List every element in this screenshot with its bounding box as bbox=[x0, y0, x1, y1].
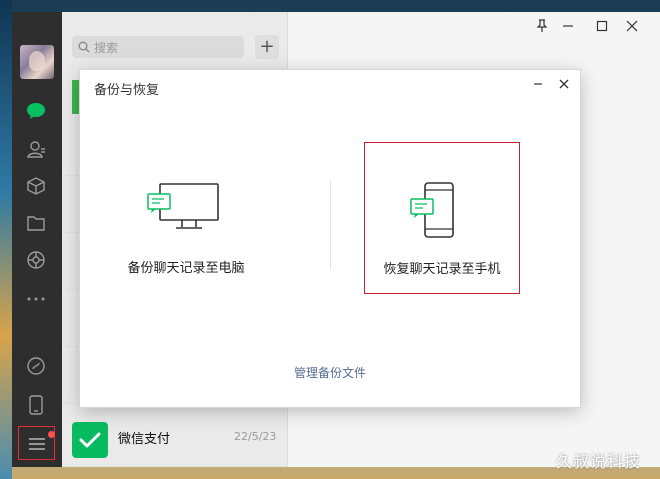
add-chat-button[interactable]: + bbox=[255, 35, 279, 59]
watermark: 久叔说科技 bbox=[556, 452, 642, 471]
close-icon[interactable] bbox=[620, 16, 644, 36]
moments-icon[interactable] bbox=[25, 249, 47, 271]
backup-to-pc-option[interactable]: 备份聊天记录至电脑 bbox=[108, 142, 264, 294]
computer-icon bbox=[147, 183, 219, 229]
phone-icon bbox=[410, 182, 454, 238]
pin-icon[interactable] bbox=[530, 16, 554, 36]
search-icon bbox=[78, 41, 90, 53]
minimize-icon[interactable] bbox=[556, 16, 580, 36]
phone-icon[interactable] bbox=[25, 394, 47, 416]
search-input[interactable]: 搜索 bbox=[72, 36, 244, 58]
mini-program-icon[interactable] bbox=[25, 355, 47, 377]
restore-to-phone-option[interactable]: 恢复聊天记录至手机 bbox=[364, 142, 520, 294]
avatar[interactable] bbox=[20, 45, 54, 79]
wechat-pay-icon bbox=[72, 422, 108, 458]
more-icon[interactable] bbox=[25, 288, 47, 310]
menu-button[interactable] bbox=[18, 426, 55, 460]
manage-backup-link[interactable]: 管理备份文件 bbox=[80, 364, 580, 381]
maximize-icon[interactable] bbox=[590, 16, 614, 36]
restore-label: 恢复聊天记录至手机 bbox=[383, 262, 501, 277]
dialog-close-icon[interactable] bbox=[554, 74, 574, 94]
search-placeholder: 搜索 bbox=[94, 40, 119, 55]
chat-icon[interactable] bbox=[25, 100, 47, 122]
notification-dot bbox=[48, 431, 55, 438]
backup-label: 备份聊天记录至电脑 bbox=[127, 261, 245, 276]
favorites-icon[interactable] bbox=[25, 175, 47, 197]
divider bbox=[330, 180, 331, 270]
chat-date: 22/5/23 bbox=[234, 430, 277, 443]
chat-name: 微信支付 bbox=[118, 432, 171, 447]
backup-restore-dialog: 备份与恢复 备份聊天记录至电脑 恢复聊天记录至手机 管理备份文件 bbox=[80, 70, 580, 407]
sidebar bbox=[12, 12, 62, 467]
dialog-title: 备份与恢复 bbox=[94, 83, 160, 98]
dialog-minimize-icon[interactable] bbox=[528, 74, 548, 94]
list-item-wechat-pay[interactable]: 微信支付 22/5/23 bbox=[62, 414, 288, 467]
desktop-background bbox=[0, 0, 12, 479]
folder-icon[interactable] bbox=[25, 212, 47, 234]
contacts-icon[interactable] bbox=[25, 138, 47, 160]
